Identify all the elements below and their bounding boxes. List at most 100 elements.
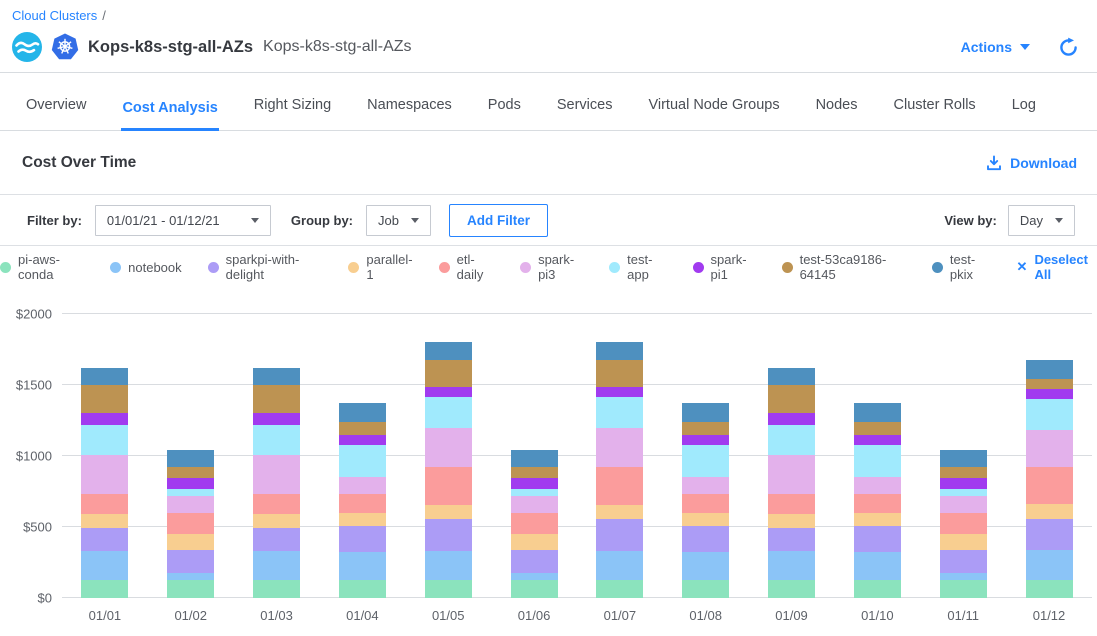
bar-segment-test-53ca9186-64145[interactable] bbox=[768, 385, 815, 413]
bar-segment-notebook[interactable] bbox=[339, 552, 386, 580]
tab-cost-analysis[interactable]: Cost Analysis bbox=[121, 100, 218, 131]
bar-segment-test-app[interactable] bbox=[425, 397, 472, 428]
bar-segment-test-53ca9186-64145[interactable] bbox=[682, 422, 729, 435]
bar-segment-etl-daily[interactable] bbox=[253, 494, 300, 513]
bar-segment-spark-pi1[interactable] bbox=[682, 435, 729, 445]
bar-segment-test-pkix[interactable] bbox=[1026, 360, 1073, 379]
bar-segment-test-pkix[interactable] bbox=[768, 368, 815, 385]
add-filter-button[interactable]: Add Filter bbox=[449, 204, 548, 237]
bar-segment-test-app[interactable] bbox=[167, 489, 214, 496]
bar-01-03[interactable] bbox=[253, 368, 300, 598]
bar-segment-test-app[interactable] bbox=[682, 445, 729, 476]
legend-item-etl-daily[interactable]: etl-daily bbox=[439, 252, 494, 282]
bar-segment-parallel-1[interactable] bbox=[854, 513, 901, 526]
bar-segment-test-app[interactable] bbox=[253, 425, 300, 456]
bar-segment-etl-daily[interactable] bbox=[854, 494, 901, 512]
bar-segment-pi-aws-conda[interactable] bbox=[167, 580, 214, 598]
bar-segment-test-pkix[interactable] bbox=[596, 342, 643, 360]
bar-segment-test-53ca9186-64145[interactable] bbox=[596, 360, 643, 387]
bar-segment-test-53ca9186-64145[interactable] bbox=[81, 385, 128, 413]
actions-button[interactable]: Actions bbox=[961, 39, 1030, 55]
bar-segment-test-pkix[interactable] bbox=[339, 403, 386, 422]
bar-segment-parallel-1[interactable] bbox=[1026, 504, 1073, 518]
bar-segment-spark-pi3[interactable] bbox=[854, 477, 901, 495]
legend-item-test-app[interactable]: test-app bbox=[609, 252, 666, 282]
bar-segment-sparkpi-with-delight[interactable] bbox=[339, 526, 386, 552]
bar-segment-sparkpi-with-delight[interactable] bbox=[425, 519, 472, 552]
bar-segment-test-pkix[interactable] bbox=[253, 368, 300, 385]
bar-segment-notebook[interactable] bbox=[253, 551, 300, 580]
bar-segment-spark-pi3[interactable] bbox=[339, 477, 386, 495]
bar-segment-pi-aws-conda[interactable] bbox=[511, 580, 558, 598]
bar-segment-parallel-1[interactable] bbox=[596, 505, 643, 518]
bar-segment-sparkpi-with-delight[interactable] bbox=[253, 528, 300, 551]
bar-segment-etl-daily[interactable] bbox=[1026, 467, 1073, 504]
bar-segment-notebook[interactable] bbox=[81, 551, 128, 580]
bar-01-11[interactable] bbox=[940, 450, 987, 598]
bar-segment-spark-pi1[interactable] bbox=[854, 435, 901, 445]
bar-segment-spark-pi1[interactable] bbox=[596, 387, 643, 397]
tab-log[interactable]: Log bbox=[1011, 97, 1037, 131]
legend-item-parallel-1[interactable]: parallel-1 bbox=[348, 252, 412, 282]
bar-segment-parallel-1[interactable] bbox=[425, 505, 472, 518]
bar-segment-spark-pi3[interactable] bbox=[940, 496, 987, 513]
bar-segment-etl-daily[interactable] bbox=[768, 494, 815, 513]
bar-01-05[interactable] bbox=[425, 342, 472, 598]
bar-segment-test-app[interactable] bbox=[339, 445, 386, 476]
bar-segment-notebook[interactable] bbox=[768, 551, 815, 580]
deselect-all-button[interactable]: ✕ Deselect All bbox=[1017, 252, 1097, 282]
bar-segment-spark-pi1[interactable] bbox=[339, 435, 386, 445]
bar-segment-pi-aws-conda[interactable] bbox=[768, 580, 815, 598]
tab-overview[interactable]: Overview bbox=[25, 97, 87, 131]
bar-01-10[interactable] bbox=[854, 403, 901, 598]
legend-item-test-53ca9186-64145[interactable]: test-53ca9186-64145 bbox=[782, 252, 906, 282]
bar-segment-spark-pi3[interactable] bbox=[1026, 430, 1073, 468]
download-button[interactable]: Download bbox=[986, 155, 1077, 171]
bar-segment-spark-pi1[interactable] bbox=[1026, 389, 1073, 398]
bar-01-08[interactable] bbox=[682, 403, 729, 598]
bar-segment-test-pkix[interactable] bbox=[854, 403, 901, 422]
legend-item-test-pkix[interactable]: test-pkix bbox=[932, 252, 991, 282]
bar-segment-pi-aws-conda[interactable] bbox=[81, 580, 128, 598]
bar-segment-test-app[interactable] bbox=[854, 445, 901, 476]
bar-segment-etl-daily[interactable] bbox=[940, 513, 987, 534]
bar-segment-notebook[interactable] bbox=[596, 551, 643, 579]
bar-segment-spark-pi3[interactable] bbox=[167, 496, 214, 513]
bar-01-01[interactable] bbox=[81, 368, 128, 598]
bar-01-09[interactable] bbox=[768, 368, 815, 598]
tab-services[interactable]: Services bbox=[556, 97, 614, 131]
bar-segment-test-app[interactable] bbox=[1026, 399, 1073, 430]
bar-segment-test-53ca9186-64145[interactable] bbox=[167, 467, 214, 478]
bar-segment-parallel-1[interactable] bbox=[253, 514, 300, 529]
date-range-select[interactable]: 01/01/21 - 01/12/21 bbox=[95, 205, 271, 236]
bar-segment-parallel-1[interactable] bbox=[81, 514, 128, 529]
bar-segment-sparkpi-with-delight[interactable] bbox=[940, 550, 987, 573]
bar-segment-test-53ca9186-64145[interactable] bbox=[1026, 379, 1073, 389]
legend-item-notebook[interactable]: notebook bbox=[110, 260, 182, 275]
bar-segment-test-pkix[interactable] bbox=[81, 368, 128, 385]
bar-segment-spark-pi3[interactable] bbox=[511, 496, 558, 513]
bar-segment-spark-pi3[interactable] bbox=[81, 455, 128, 494]
bar-segment-test-app[interactable] bbox=[596, 397, 643, 428]
bar-segment-test-53ca9186-64145[interactable] bbox=[425, 360, 472, 387]
bar-segment-sparkpi-with-delight[interactable] bbox=[167, 550, 214, 573]
bar-segment-pi-aws-conda[interactable] bbox=[596, 580, 643, 598]
bar-segment-test-app[interactable] bbox=[768, 425, 815, 456]
bar-segment-spark-pi1[interactable] bbox=[81, 413, 128, 425]
bar-segment-etl-daily[interactable] bbox=[81, 494, 128, 513]
bar-01-12[interactable] bbox=[1026, 360, 1073, 598]
bar-segment-spark-pi3[interactable] bbox=[253, 455, 300, 494]
bar-segment-pi-aws-conda[interactable] bbox=[1026, 580, 1073, 598]
bar-segment-etl-daily[interactable] bbox=[425, 467, 472, 505]
bar-segment-pi-aws-conda[interactable] bbox=[339, 580, 386, 598]
bar-segment-parallel-1[interactable] bbox=[167, 534, 214, 550]
bar-segment-notebook[interactable] bbox=[1026, 550, 1073, 579]
bar-segment-test-pkix[interactable] bbox=[167, 450, 214, 467]
bar-segment-etl-daily[interactable] bbox=[511, 513, 558, 534]
bar-segment-pi-aws-conda[interactable] bbox=[425, 580, 472, 598]
bar-segment-etl-daily[interactable] bbox=[167, 513, 214, 534]
bar-segment-test-app[interactable] bbox=[81, 425, 128, 456]
bar-segment-spark-pi1[interactable] bbox=[167, 478, 214, 489]
group-by-select[interactable]: Job bbox=[366, 205, 431, 236]
bar-segment-parallel-1[interactable] bbox=[511, 534, 558, 550]
